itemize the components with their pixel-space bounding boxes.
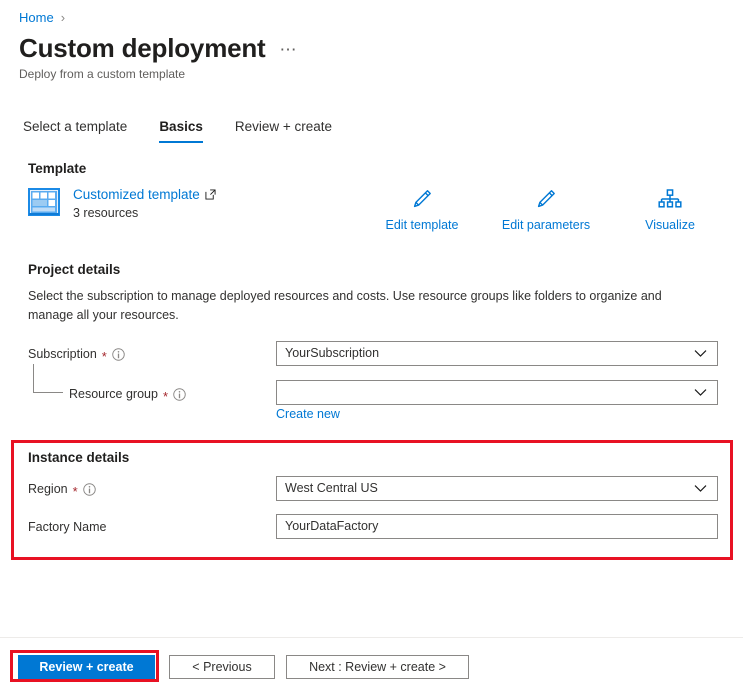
external-link-icon bbox=[205, 189, 216, 200]
subscription-label-group: Subscription * bbox=[28, 346, 125, 363]
edit-template-button[interactable]: Edit template bbox=[360, 186, 484, 233]
page-title-row: Custom deployment ⋯ bbox=[19, 32, 298, 64]
footer-divider bbox=[0, 637, 743, 638]
template-section-heading: Template bbox=[28, 161, 87, 176]
chevron-down-icon bbox=[694, 386, 709, 400]
info-icon[interactable] bbox=[82, 483, 96, 496]
tab-basics[interactable]: Basics bbox=[143, 115, 219, 145]
review-create-button[interactable]: Review + create bbox=[18, 655, 155, 679]
info-icon[interactable] bbox=[112, 348, 125, 361]
factory-name-label: Factory Name bbox=[28, 520, 107, 534]
subscription-value: YourSubscription bbox=[285, 346, 380, 360]
create-new-resource-group-link[interactable]: Create new bbox=[276, 406, 340, 422]
footer-actions: Review + create < Previous Next : Review… bbox=[16, 655, 469, 679]
template-actions: Edit template Edit parameters Visualize bbox=[360, 186, 732, 233]
subscription-dropdown[interactable]: YourSubscription bbox=[276, 341, 718, 366]
chevron-down-icon bbox=[694, 347, 709, 361]
template-grid-icon bbox=[28, 187, 60, 217]
factory-name-label-group: Factory Name bbox=[28, 519, 107, 536]
page-title: Custom deployment bbox=[19, 33, 266, 63]
edit-parameters-button[interactable]: Edit parameters bbox=[484, 186, 608, 233]
chevron-down-icon bbox=[694, 482, 709, 496]
tab-bar: Select a template Basics Review + create bbox=[19, 115, 348, 145]
factory-name-value: YourDataFactory bbox=[285, 519, 379, 533]
resource-group-label-group: Resource group * bbox=[69, 386, 186, 403]
tab-review-create[interactable]: Review + create bbox=[219, 115, 348, 145]
resource-group-label: Resource group bbox=[69, 387, 158, 401]
pencil-icon bbox=[411, 186, 433, 212]
previous-button[interactable]: < Previous bbox=[169, 655, 275, 679]
region-label: Region bbox=[28, 482, 68, 496]
more-options-icon[interactable]: ⋯ bbox=[280, 41, 299, 64]
pencil-icon bbox=[535, 186, 557, 212]
required-asterisk: * bbox=[162, 388, 169, 404]
tab-select-a-template[interactable]: Select a template bbox=[19, 115, 143, 145]
template-info: Customized template 3 resources bbox=[73, 186, 216, 221]
visualize-button[interactable]: Visualize bbox=[608, 186, 732, 233]
required-asterisk: * bbox=[101, 348, 107, 364]
resource-group-tree-connector bbox=[33, 364, 63, 393]
breadcrumb-separator-icon: › bbox=[60, 10, 66, 25]
region-label-group: Region * bbox=[28, 481, 96, 498]
region-dropdown[interactable]: West Central US bbox=[276, 476, 718, 501]
visualize-label: Visualize bbox=[645, 218, 695, 232]
project-details-description: Select the subscription to manage deploy… bbox=[28, 289, 662, 322]
info-icon[interactable] bbox=[173, 388, 186, 401]
breadcrumb-item-home[interactable]: Home bbox=[19, 9, 54, 27]
edit-template-label: Edit template bbox=[385, 218, 459, 232]
customized-template-link[interactable]: Customized template bbox=[73, 186, 200, 203]
required-asterisk: * bbox=[72, 483, 78, 499]
instance-details-heading: Instance details bbox=[28, 450, 130, 465]
next-review-create-button[interactable]: Next : Review + create > bbox=[286, 655, 469, 679]
subscription-label: Subscription bbox=[28, 347, 97, 361]
template-card: Customized template 3 resources bbox=[28, 186, 216, 221]
resource-group-dropdown[interactable] bbox=[276, 380, 718, 405]
breadcrumb: Home › bbox=[19, 9, 65, 27]
hierarchy-icon bbox=[658, 186, 682, 212]
factory-name-input[interactable]: YourDataFactory bbox=[276, 514, 718, 539]
template-link-line[interactable]: Customized template bbox=[73, 186, 216, 203]
page-subtitle: Deploy from a custom template bbox=[19, 67, 186, 81]
edit-parameters-label: Edit parameters bbox=[501, 218, 591, 232]
template-resource-count: 3 resources bbox=[73, 206, 139, 220]
project-details-heading: Project details bbox=[28, 262, 121, 277]
region-value: West Central US bbox=[285, 481, 378, 495]
